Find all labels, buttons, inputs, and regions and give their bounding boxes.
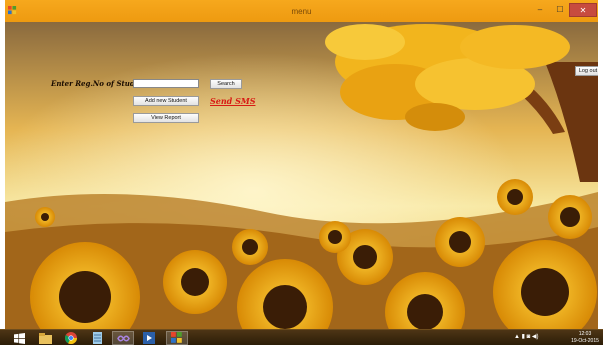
file-explorer-icon[interactable]	[34, 331, 56, 345]
media-player-icon[interactable]	[138, 331, 160, 345]
taskbar-clock[interactable]: 12:03 19-Oct-2015	[568, 331, 602, 344]
add-new-student-button[interactable]: Add new Student	[133, 96, 199, 106]
windows-start-icon[interactable]	[8, 331, 30, 345]
reg-number-input[interactable]	[133, 79, 199, 88]
taskbar: ▲ ▮ ◙ ◀) 12:03 19-Oct-2015	[0, 329, 603, 345]
sunflower-background	[5, 22, 598, 329]
log-out-button[interactable]: Log out	[575, 66, 598, 76]
window-title: menu	[291, 7, 312, 16]
app-window: menu – ☐ ✕ Enter Reg.No of Student Searc…	[5, 0, 598, 329]
notepad-icon[interactable]	[86, 331, 108, 345]
title-bar[interactable]: menu – ☐ ✕	[5, 0, 598, 22]
minimize-button[interactable]: –	[531, 3, 549, 17]
clock-date: 19-Oct-2015	[571, 337, 599, 344]
app-window-icon[interactable]	[166, 331, 188, 345]
send-sms-link[interactable]: Send SMS	[210, 96, 255, 106]
maximize-button[interactable]: ☐	[551, 3, 569, 17]
system-tray-icons[interactable]: ▲ ▮ ◙ ◀)	[514, 333, 538, 340]
form-area: Enter Reg.No of Student Search Add new S…	[5, 22, 598, 329]
visual-studio-icon[interactable]	[112, 331, 134, 345]
close-button[interactable]: ✕	[569, 3, 597, 17]
view-report-button[interactable]: View Report	[133, 113, 199, 123]
chrome-icon[interactable]	[60, 331, 82, 345]
search-button[interactable]: Search	[210, 79, 242, 89]
